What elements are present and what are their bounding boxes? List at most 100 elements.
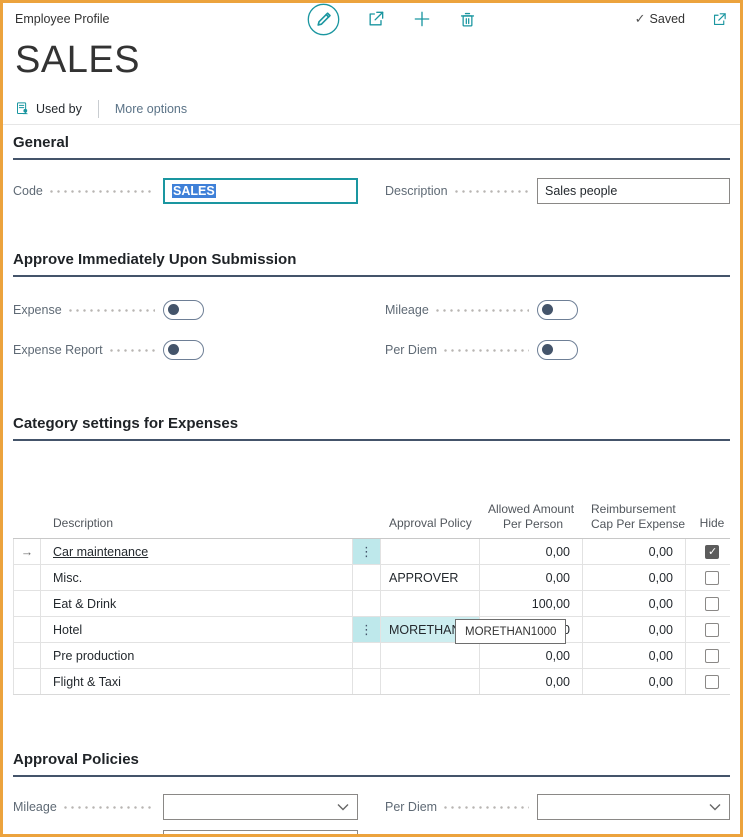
section-approve-immediately: Approve Immediately Upon Submission Expe… xyxy=(13,251,730,363)
row-options-button[interactable]: ⋮ xyxy=(353,617,381,642)
context-label: Employee Profile xyxy=(15,12,110,26)
approval-policy-cell[interactable] xyxy=(381,591,480,616)
edit-button[interactable] xyxy=(307,3,340,36)
hide-checkbox[interactable] xyxy=(705,571,719,585)
expense-categories-table: Description Approval Policy Allowed Amou… xyxy=(13,502,730,695)
new-button[interactable] xyxy=(412,9,432,29)
per-diem-policy-label: Per Diem xyxy=(385,800,437,814)
save-status-label: Saved xyxy=(650,12,685,26)
description-value: Sales people xyxy=(545,184,617,198)
code-field: Code SALES xyxy=(13,177,358,204)
expense-report-policy-field: Expense Report MORETHAN1000 xyxy=(13,829,358,837)
mileage-toggle[interactable] xyxy=(537,300,578,320)
expense-report-label: Expense Report xyxy=(13,343,103,357)
row-options-button[interactable]: ⋮ xyxy=(353,539,381,564)
used-by-icon xyxy=(15,101,30,116)
hide-checkbox[interactable] xyxy=(705,597,719,611)
hide-checkbox[interactable] xyxy=(705,649,719,663)
leader-dots xyxy=(110,349,155,352)
description-label: Description xyxy=(385,184,448,198)
used-by-label: Used by xyxy=(36,102,82,116)
section-general: General Code SALES Description Sales peo… xyxy=(13,134,730,204)
allowed-amount-cell[interactable]: 0,00 xyxy=(480,539,583,564)
pencil-icon xyxy=(307,3,340,36)
employee-profile-window: Employee Profile xyxy=(0,0,743,837)
page-title: SALES xyxy=(15,37,728,83)
per-diem-toggle[interactable] xyxy=(537,340,578,360)
table-row[interactable]: Hotel ⋮ MORETHAN1... 0,00 0,00 xyxy=(13,616,730,642)
expense-toggle[interactable] xyxy=(163,300,204,320)
expense-report-toggle[interactable] xyxy=(163,340,204,360)
general-heading: General xyxy=(13,134,730,160)
per-diem-label: Per Diem xyxy=(385,343,437,357)
category-cell[interactable]: Flight & Taxi xyxy=(41,669,353,694)
mileage-policy-field: Mileage xyxy=(13,793,358,820)
approval-policy-cell[interactable] xyxy=(381,539,480,564)
per-diem-policy-select[interactable] xyxy=(537,794,730,820)
leader-dots xyxy=(64,806,155,809)
allowed-amount-cell[interactable]: 0,00 xyxy=(480,669,583,694)
category-cell[interactable]: Pre production xyxy=(41,643,353,668)
allowed-amount-cell[interactable]: 100,00 xyxy=(480,591,583,616)
toggle-knob xyxy=(168,304,179,315)
approve-immediately-heading: Approve Immediately Upon Submission xyxy=(13,251,730,277)
section-approval-policies: Approval Policies Mileage Per Diem xyxy=(13,751,730,837)
reimbursement-cap-cell[interactable]: 0,00 xyxy=(583,643,686,668)
popout-icon xyxy=(711,11,728,28)
more-options-button[interactable]: More options xyxy=(115,102,187,116)
description-input[interactable]: Sales people xyxy=(537,178,730,204)
approval-policy-cell[interactable] xyxy=(381,669,480,694)
approval-policy-tooltip: MORETHAN1000 xyxy=(455,619,566,644)
allowed-amount-cell[interactable]: 0,00 xyxy=(480,643,583,668)
category-link[interactable]: Car maintenance xyxy=(53,545,148,559)
code-value-selected: SALES xyxy=(172,184,216,198)
per-diem-policy-field: Per Diem xyxy=(385,793,730,820)
table-row[interactable]: → Car maintenance ⋮ 0,00 0,00 xyxy=(13,539,730,564)
approval-policy-cell[interactable] xyxy=(381,643,480,668)
hide-checkbox[interactable] xyxy=(705,675,719,689)
reimbursement-cap-cell[interactable]: 0,00 xyxy=(583,539,686,564)
reimbursement-cap-cell[interactable]: 0,00 xyxy=(583,669,686,694)
header-hide[interactable]: Hide xyxy=(686,513,738,538)
mileage-policy-select[interactable] xyxy=(163,794,358,820)
reimbursement-cap-cell[interactable]: 0,00 xyxy=(583,565,686,590)
header-ellipsis xyxy=(353,513,381,538)
reimbursement-cap-cell[interactable]: 0,00 xyxy=(583,591,686,616)
header-allowed-amount[interactable]: Allowed Amount Per Person xyxy=(480,502,583,538)
category-cell[interactable]: Eat & Drink xyxy=(41,591,353,616)
hide-checkbox[interactable] xyxy=(705,623,719,637)
toggle-knob xyxy=(542,344,553,355)
share-button[interactable] xyxy=(366,9,386,29)
allowed-amount-cell[interactable]: 0,00 xyxy=(480,565,583,590)
table-row[interactable]: Eat & Drink 100,00 0,00 xyxy=(13,590,730,616)
trash-icon xyxy=(458,10,477,29)
header-indicator xyxy=(13,513,41,538)
reimbursement-cap-cell[interactable]: 0,00 xyxy=(583,617,686,642)
expense-toggle-field: Expense xyxy=(13,296,358,323)
mileage-toggle-field: Mileage xyxy=(385,296,730,323)
popout-button[interactable] xyxy=(711,11,728,28)
used-by-button[interactable]: Used by xyxy=(15,101,82,116)
hide-checkbox[interactable] xyxy=(705,545,719,559)
category-cell[interactable]: Misc. xyxy=(41,565,353,590)
header-approval-policy[interactable]: Approval Policy xyxy=(381,513,480,538)
approval-policy-cell[interactable]: APPROVER xyxy=(381,565,480,590)
table-row[interactable]: Misc. APPROVER 0,00 0,00 xyxy=(13,564,730,590)
mileage-label: Mileage xyxy=(385,303,429,317)
table-row[interactable]: Flight & Taxi 0,00 0,00 xyxy=(13,668,730,694)
code-input[interactable]: SALES xyxy=(163,178,358,204)
category-cell[interactable]: Hotel xyxy=(41,617,353,642)
leader-dots xyxy=(444,349,529,352)
header-reimbursement-cap[interactable]: Reimbursement Cap Per Expense xyxy=(583,502,686,538)
titlebar-right: ✓ Saved xyxy=(635,11,728,28)
per-diem-toggle-field: Per Diem xyxy=(385,336,730,363)
table-row[interactable]: Pre production 0,00 0,00 xyxy=(13,642,730,668)
delete-button[interactable] xyxy=(458,10,477,29)
expense-report-policy-select[interactable]: MORETHAN1000 xyxy=(163,830,358,837)
more-options-label: More options xyxy=(115,102,187,116)
table-header-row: Description Approval Policy Allowed Amou… xyxy=(13,502,730,539)
header-description[interactable]: Description xyxy=(41,513,353,538)
mileage-policy-label: Mileage xyxy=(13,800,57,814)
titlebar: Employee Profile xyxy=(3,3,740,33)
share-icon xyxy=(366,9,386,29)
